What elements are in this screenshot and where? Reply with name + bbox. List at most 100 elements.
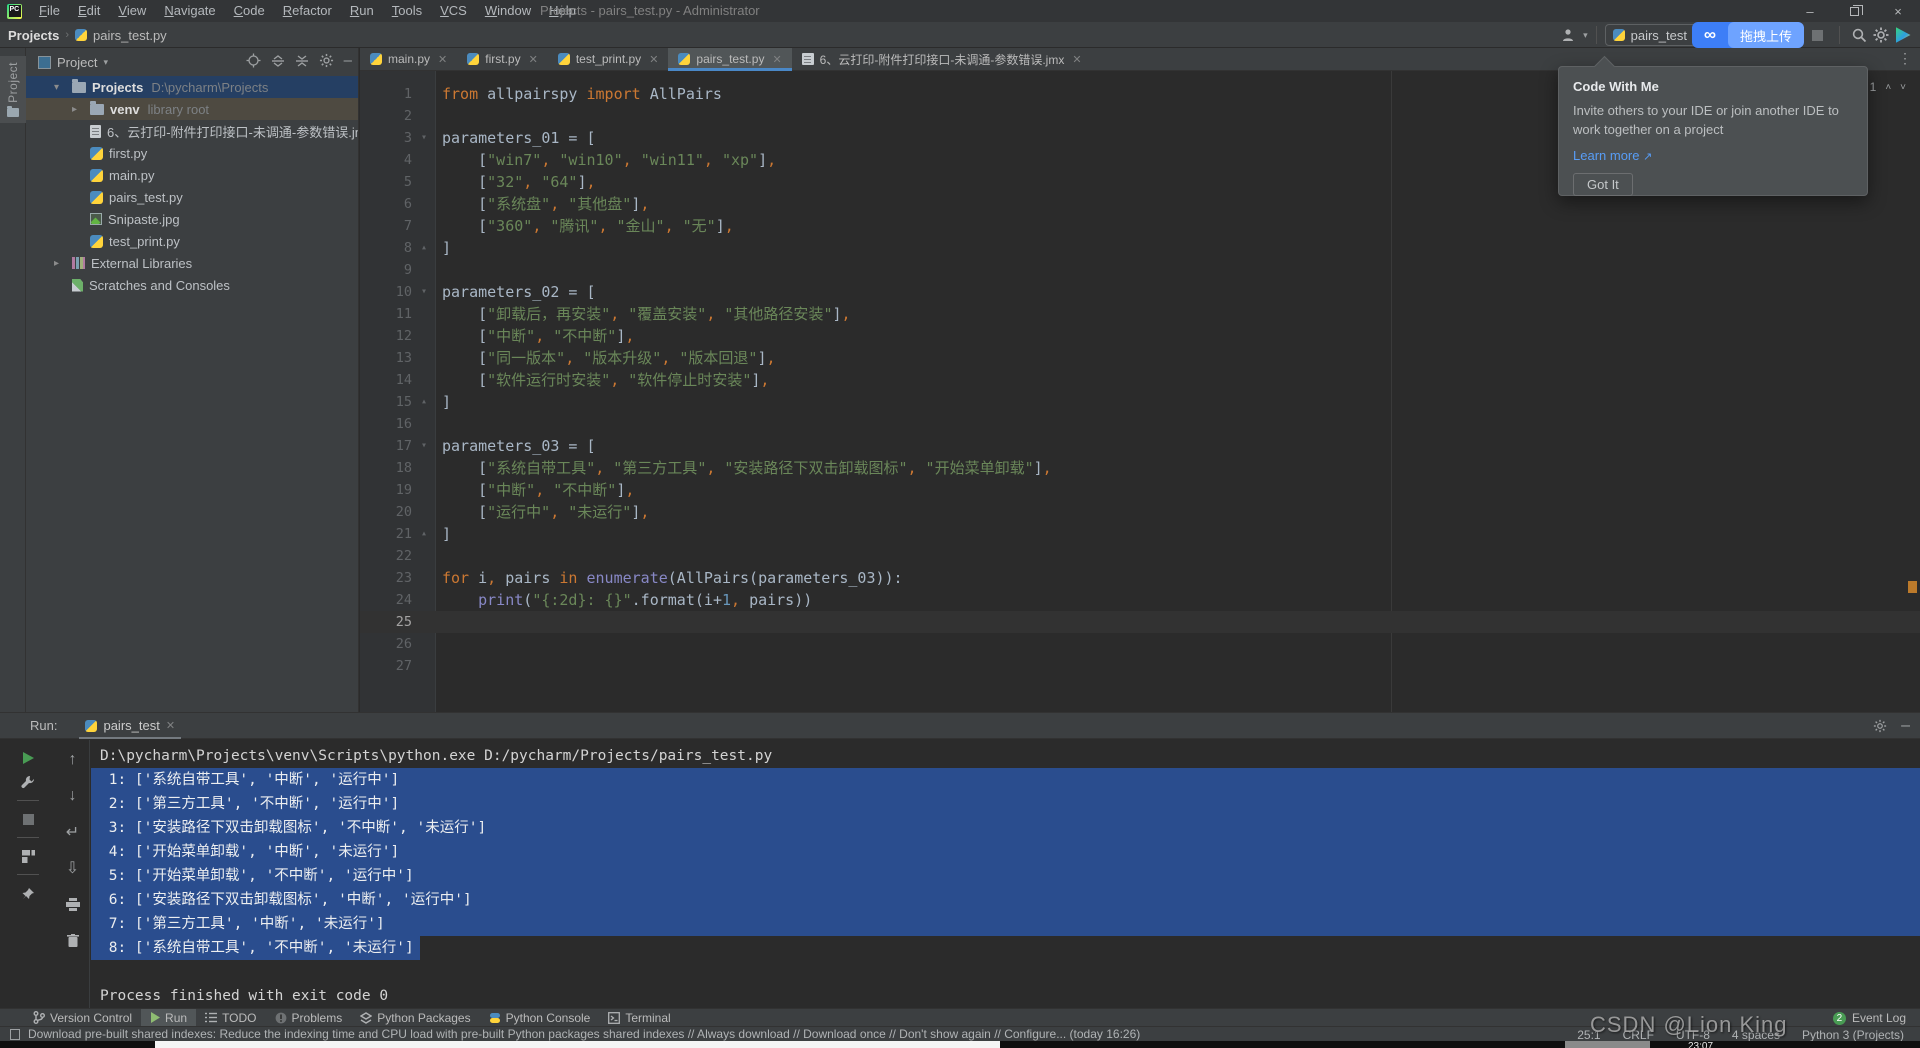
status-message[interactable]: Download pre-built shared indexes: Reduc… [28,1027,1140,1041]
editor-tab-main-py[interactable]: main.py✕ [360,48,457,70]
chevron-down-icon[interactable]: ▾ [103,57,108,68]
close-tab-icon[interactable]: ✕ [166,719,175,732]
code-line[interactable]: 25 [360,611,1920,633]
editor-tab-6-jmx[interactable]: 6、云打印-附件打印接口-未调通-参数错误.jmx✕ [792,48,1092,70]
code-line[interactable]: 26 [360,633,1920,655]
maximize-button[interactable] [1832,0,1876,22]
soft-wrap-icon[interactable]: ↵ [61,820,85,844]
editor-tab-first-py[interactable]: first.py✕ [457,48,548,70]
run-tab[interactable]: pairs_test ✕ [79,713,181,739]
stop-button[interactable] [16,807,40,831]
code-line[interactable]: 7 ["360", "腾讯", "金山", "无"], [360,215,1920,237]
menu-code[interactable]: Code [225,0,274,22]
expanded-arrow-icon[interactable]: ▾ [54,82,72,93]
console-output-line[interactable]: 2: ['第三方工具', '不中断', '运行中'] [91,792,1920,816]
pin-tab-icon[interactable] [16,881,40,905]
code-line[interactable]: 12 ["中断", "不中断"], [360,325,1920,347]
code-line[interactable]: 13 ["同一版本", "版本升级", "版本回退"], [360,347,1920,369]
tool-window-button-project[interactable]: Project [0,56,26,123]
code-with-me-users-icon[interactable] [1559,24,1581,46]
interpreter[interactable]: Python 3 (Projects) [1802,1028,1904,1042]
panel-settings-gear-icon[interactable] [319,53,334,68]
layout-settings-icon[interactable] [16,844,40,868]
scrollbar-warning-marker[interactable] [1908,581,1917,593]
settings-gear-icon[interactable] [1870,24,1892,46]
down-stack-trace-icon[interactable]: ↓ [61,784,85,808]
stop-button[interactable] [1812,30,1823,41]
locate-file-icon[interactable] [246,53,261,68]
breadcrumb-project[interactable]: Projects [8,28,59,43]
console-output-line[interactable]: 1: ['系统自带工具', '中断', '运行中'] [91,768,1920,792]
code-line[interactable]: 21▴] [360,523,1920,545]
tool-window-button-run[interactable]: Run [141,1009,196,1027]
search-everywhere-icon[interactable] [1848,24,1870,46]
expand-all-icon[interactable] [271,54,285,68]
menu-window[interactable]: Window [476,0,540,22]
tool-window-button-problems[interactable]: Problems [266,1009,352,1027]
scroll-to-end-icon[interactable]: ⇩ [61,856,85,880]
fold-marker-icon[interactable]: ▴ [412,523,436,545]
run-console-output[interactable]: D:\pycharm\Projects\venv\Scripts\python.… [91,740,1920,1009]
menu-view[interactable]: View [109,0,155,22]
console-output-line[interactable]: 7: ['第三方工具', '中断', '未运行'] [91,912,1920,936]
console-output-line[interactable]: 5: ['开始菜单卸载', '不中断', '运行中'] [91,864,1920,888]
tree-item-first-py[interactable]: first.py [26,142,358,164]
tree-item-venv[interactable]: ▸venvlibrary root [26,98,358,120]
up-stack-trace-icon[interactable]: ↑ [61,748,85,772]
tree-item-test-print-py[interactable]: test_print.py [26,230,358,252]
code-line[interactable]: 18 ["系统自带工具", "第三方工具", "安装路径下双击卸载图标", "开… [360,457,1920,479]
close-tab-icon[interactable]: ✕ [438,53,447,66]
inspections-widget[interactable]: 1 ˄ ˅ [1870,80,1906,94]
tree-item-external-libraries[interactable]: ▸External Libraries [26,252,358,274]
code-line[interactable]: 15▴] [360,391,1920,413]
code-line[interactable]: 8▴] [360,237,1920,259]
console-output-line[interactable]: 6: ['安装路径下双击卸载图标', '中断', '运行中'] [91,888,1920,912]
console-output-line[interactable]: 3: ['安装路径下双击卸载图标', '不中断', '未运行'] [91,816,1920,840]
close-tab-icon[interactable]: ✕ [772,53,781,66]
ide-plugin-icon[interactable] [1892,24,1914,46]
tool-window-button-python-console[interactable]: Python Console [480,1009,600,1027]
run-configuration-select[interactable]: pairs_test [1605,24,1698,46]
editor-tab-pairs-test-py[interactable]: pairs_test.py✕ [668,48,791,70]
tree-item-6-jmx[interactable]: 6、云打印-附件打印接口-未调通-参数错误.jmx [26,120,358,142]
code-line[interactable]: 23for i, pairs in enumerate(AllPairs(par… [360,567,1920,589]
clear-console-trash-icon[interactable] [61,928,85,952]
tree-item-pairs-test-py[interactable]: pairs_test.py [26,186,358,208]
hide-run-panel-icon[interactable]: – [1901,717,1910,735]
menu-run[interactable]: Run [341,0,383,22]
menu-tools[interactable]: Tools [383,0,431,22]
tabs-more-icon[interactable]: ⋮ [1898,50,1912,67]
code-line[interactable]: 16 [360,413,1920,435]
code-line[interactable]: 17▾parameters_03 = [ [360,435,1920,457]
prev-issue-icon[interactable]: ˄ [1885,82,1891,93]
chevron-down-icon[interactable]: ▾ [1583,30,1588,41]
close-button[interactable]: × [1876,0,1920,22]
menu-refactor[interactable]: Refactor [274,0,341,22]
code-line[interactable]: 19 ["中断", "不中断"], [360,479,1920,501]
code-line[interactable]: 6 ["系统盘", "其他盘"], [360,193,1920,215]
code-line[interactable]: 20 ["运行中", "未运行"], [360,501,1920,523]
fold-marker-icon[interactable]: ▾ [412,127,436,149]
rerun-button[interactable] [16,746,40,770]
fold-marker-icon[interactable]: ▴ [412,391,436,413]
code-line[interactable]: 10▾parameters_02 = [ [360,281,1920,303]
close-tab-icon[interactable]: ✕ [529,53,538,66]
tool-window-button-todo[interactable]: TODO [196,1009,265,1027]
menu-vcs[interactable]: VCS [431,0,476,22]
code-line[interactable]: 24 print("{:2d}: {}".format(i+1, pairs)) [360,589,1920,611]
hide-panel-icon[interactable]: – [344,56,352,66]
event-log-button[interactable]: 2 Event Log [1833,1009,1906,1027]
tree-item-main-py[interactable]: main.py [26,164,358,186]
edit-configuration-wrench-icon[interactable] [16,770,40,794]
tree-item-projects[interactable]: ▾ProjectsD:\pycharm\Projects [26,76,358,98]
menu-navigate[interactable]: Navigate [155,0,224,22]
next-issue-icon[interactable]: ˅ [1900,82,1906,93]
close-tab-icon[interactable]: ✕ [1072,53,1081,66]
code-line[interactable]: 27 [360,655,1920,677]
menu-file[interactable]: File [30,0,69,22]
code-line[interactable]: 9 [360,259,1920,281]
code-line[interactable]: 11 ["卸载后，再安装", "覆盖安装", "其他路径安装"], [360,303,1920,325]
fold-marker-icon[interactable]: ▾ [412,435,436,457]
tree-item-snipaste-jpg[interactable]: Snipaste.jpg [26,208,358,230]
tool-window-button-version-control[interactable]: Version Control [24,1009,141,1027]
